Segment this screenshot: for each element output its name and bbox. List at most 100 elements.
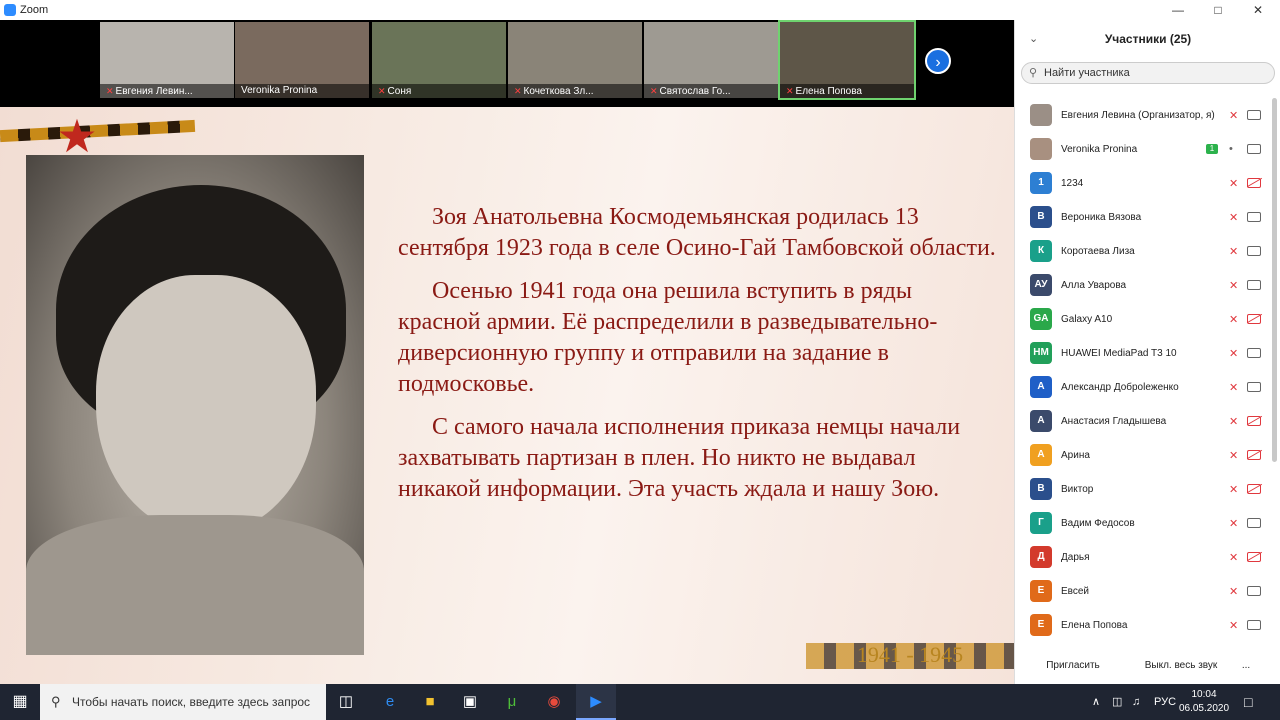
years-label: 1941 - 1945 [856,642,964,667]
camera-icon[interactable] [1247,212,1261,222]
participant-row[interactable]: В Вероника Вязова ✕ [1015,200,1273,234]
camera-icon[interactable] [1247,348,1261,358]
participant-row[interactable]: 1 1234 ✕ [1015,166,1273,200]
participant-row[interactable]: Veronika Pronina 1 • [1015,132,1273,166]
camera-off-icon[interactable] [1247,416,1261,426]
participant-avatar: А [1030,376,1052,398]
mic-muted-icon[interactable]: ✕ [1229,415,1238,428]
mic-muted-icon[interactable]: ✕ [1229,177,1238,190]
video-strip: ✕ Евгения Левин... Veronika Pronina ✕ Соня ✕ К… [0,20,1014,107]
camera-icon[interactable] [1247,620,1261,630]
mic-muted-icon[interactable]: ✕ [1229,585,1238,598]
minimize-icon[interactable]: — [1158,0,1198,20]
participant-row[interactable]: АУ Алла Уварова ✕ [1015,268,1273,302]
tray-chevron-icon[interactable]: ∧ [1092,684,1100,720]
windows-start-icon[interactable]: ▦ [0,684,40,720]
taskbar-search-input[interactable]: ⚲ Чтобы начать поиск, введите здесь запр… [40,684,326,720]
participants-panel: ⌄ Участники (25) ⚲ Найти участника Евген… [1014,20,1280,684]
participant-avatar: А [1030,444,1052,466]
next-page-button[interactable]: › [925,48,951,74]
volume-icon[interactable]: ♫ [1132,684,1140,720]
mic-muted-icon[interactable]: ✕ [1229,245,1238,258]
participant-avatar: Д [1030,546,1052,568]
notifications-icon[interactable]: □ [1244,684,1252,720]
mic-muted-icon[interactable]: ✕ [1229,517,1238,530]
taskbar-clock[interactable]: 10:04 06.05.2020 [1178,688,1230,716]
thumbnail-caption: ✕ Евгения Левин... [100,84,234,98]
thumbnail-name: Соня [387,86,412,97]
participant-name: Veronika Pronina [1061,143,1138,155]
camera-off-icon[interactable] [1247,314,1261,324]
camera-off-icon[interactable] [1247,178,1261,188]
language-indicator[interactable]: РУС [1154,684,1176,720]
camera-off-icon[interactable] [1247,450,1261,460]
file-explorer-icon[interactable]: ■ [410,684,450,720]
mic-muted-icon[interactable]: ✕ [1229,211,1238,224]
participant-row[interactable]: В Виктор ✕ [1015,472,1273,506]
collapse-chevron-icon[interactable]: ⌄ [1029,28,1038,50]
participant-row[interactable]: Е Елена Попова ✕ [1015,608,1273,642]
thumbnail-caption: Veronika Pronina [235,84,369,98]
red-star-icon: ★ [56,110,98,162]
video-thumbnail[interactable]: ✕ Соня [372,22,506,98]
mic-muted-icon[interactable]: ✕ [1229,347,1238,360]
participant-name: Евгения Левина (Организатор, я) [1061,109,1215,121]
edge-browser-icon[interactable]: e [370,684,410,720]
store-icon[interactable]: ▣ [450,684,490,720]
camera-icon[interactable] [1247,144,1261,154]
participant-list-scrollbar[interactable] [1272,98,1277,462]
clock-date: 06.05.2020 [1178,703,1230,714]
camera-off-icon[interactable] [1247,484,1261,494]
mic-muted-icon[interactable]: ✕ [1229,619,1238,632]
chrome-icon[interactable]: ◉ [534,684,574,720]
camera-icon[interactable] [1247,110,1261,120]
more-options-button[interactable]: ... [1237,656,1255,676]
participant-badge: 1 [1206,144,1218,154]
mic-muted-icon[interactable]: ✕ [1229,313,1238,326]
mic-on-icon[interactable]: • [1229,143,1233,155]
task-view-icon[interactable]: ◫ [326,684,366,720]
participant-name: Вадим Федосов [1061,517,1135,529]
participant-row[interactable]: А Анастасия Гладышева ✕ [1015,404,1273,438]
portrait-photo [26,155,364,655]
thumbnail-name: Евгения Левин... [115,86,193,97]
camera-icon[interactable] [1247,518,1261,528]
utorrent-icon[interactable]: μ [492,684,532,720]
close-icon[interactable]: ✕ [1238,0,1278,20]
video-thumbnail[interactable]: ✕ Елена Попова [778,20,916,100]
invite-button[interactable]: Пригласить [1035,656,1111,676]
mic-muted-icon[interactable]: ✕ [1229,279,1238,292]
search-icon: ⚲ [51,694,61,709]
camera-icon[interactable] [1247,586,1261,596]
participant-row[interactable]: К Коротаева Лиза ✕ [1015,234,1273,268]
participant-row[interactable]: А Арина ✕ [1015,438,1273,472]
video-thumbnail[interactable]: ✕ Святослав Го... [644,22,778,98]
participant-avatar: В [1030,478,1052,500]
participant-row[interactable]: Г Вадим Федосов ✕ [1015,506,1273,540]
mute-all-button[interactable]: Выкл. весь звук [1127,656,1235,676]
participant-row[interactable]: Д Дарья ✕ [1015,540,1273,574]
thumbnail-caption: ✕ Елена Попова [780,84,914,98]
participant-row[interactable]: GA Galaxy A10 ✕ [1015,302,1273,336]
video-thumbnail[interactable]: ✕ Евгения Левин... [100,22,234,98]
zoom-app-icon[interactable]: ▶ [576,684,616,720]
mic-muted-icon[interactable]: ✕ [1229,551,1238,564]
camera-icon[interactable] [1247,382,1261,392]
video-thumbnail[interactable]: Veronika Pronina [235,22,369,98]
video-thumbnail[interactable]: ✕ Кочеткова Зл... [508,22,642,98]
participant-search-input[interactable]: ⚲ Найти участника [1021,62,1275,84]
participant-row[interactable]: HM HUAWEI MediaPad T3 10 ✕ [1015,336,1273,370]
mic-muted-icon[interactable]: ✕ [1229,483,1238,496]
participant-name: Анастасия Гладышева [1061,415,1167,427]
mic-muted-icon[interactable]: ✕ [1229,381,1238,394]
camera-off-icon[interactable] [1247,552,1261,562]
camera-icon[interactable] [1247,246,1261,256]
mic-muted-icon[interactable]: ✕ [1229,449,1238,462]
participant-row[interactable]: Евгения Левина (Организатор, я) ✕ [1015,98,1273,132]
maximize-icon[interactable]: □ [1198,0,1238,20]
participant-row[interactable]: Е Евсей ✕ [1015,574,1273,608]
participant-row[interactable]: А Александр Доброleженко ✕ [1015,370,1273,404]
mic-muted-icon[interactable]: ✕ [1229,109,1238,122]
network-icon[interactable]: ◫ [1112,684,1122,720]
camera-icon[interactable] [1247,280,1261,290]
